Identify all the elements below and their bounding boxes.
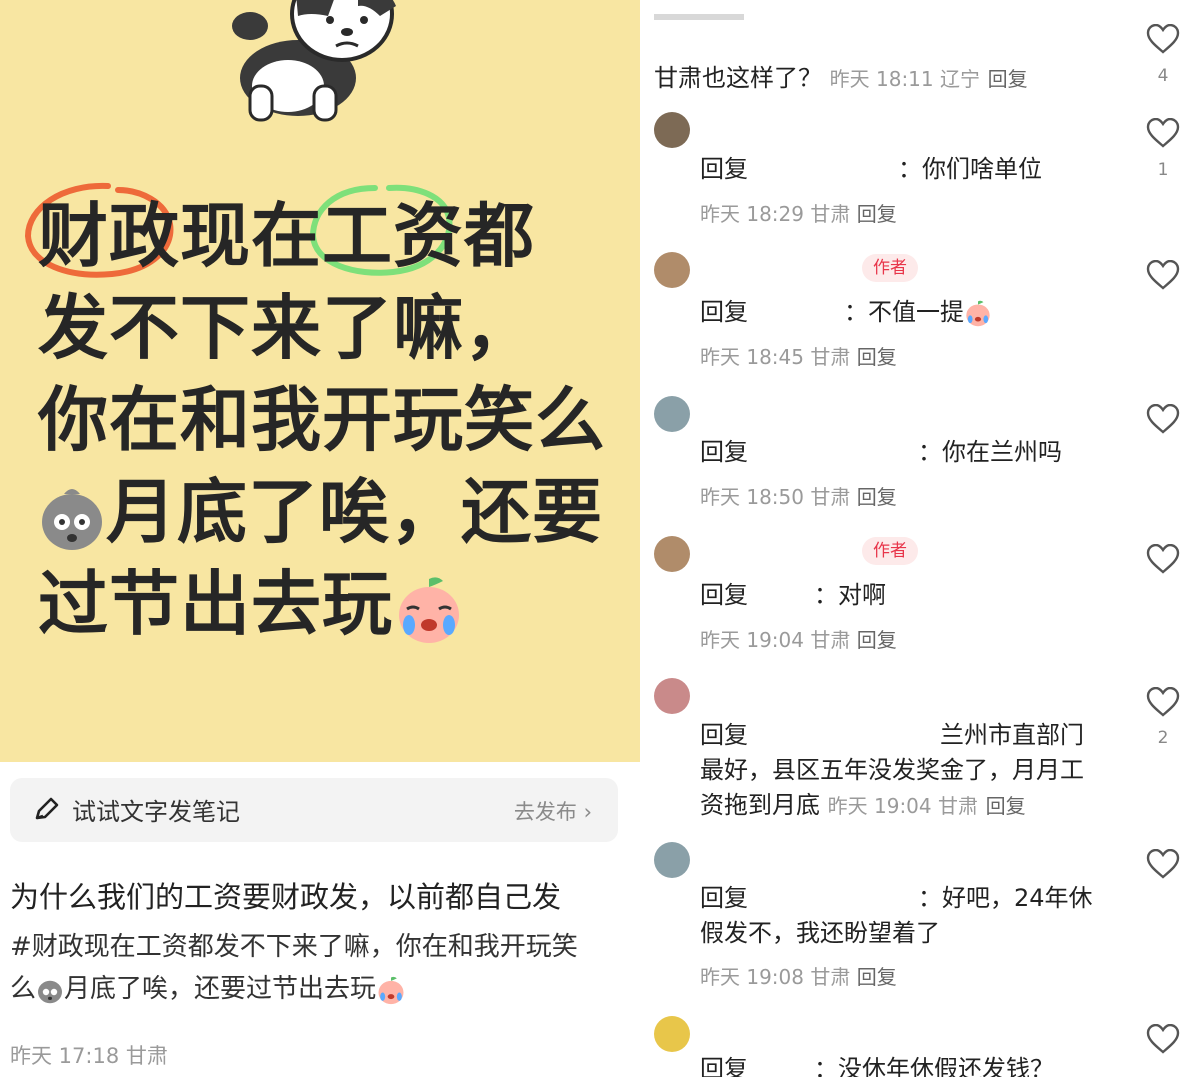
heart-icon[interactable] — [1146, 1024, 1180, 1054]
heart-icon[interactable] — [1146, 404, 1180, 434]
heart-icon[interactable] — [1146, 24, 1180, 54]
publish-link[interactable]: 去发布 › — [514, 796, 592, 826]
poster-line-4: 月底了唉，还要 — [38, 466, 628, 558]
post-meta: 昨天 17:18 甘肃 — [10, 1044, 168, 1068]
write-note-label: 试试文字发笔记 — [72, 798, 240, 826]
comment-meta: 昨天 18:45 甘肃 回复 — [700, 345, 897, 369]
comment-text[interactable]: 回复 ：对啊 — [700, 578, 1120, 613]
author-badge: 作者 — [862, 254, 918, 282]
post-title: 为什么我们的工资要财政发，以前都自己发 — [10, 880, 562, 914]
heart-icon[interactable] — [1146, 687, 1180, 717]
comment-text[interactable]: 回复 ：没休年休假还发钱？ — [700, 1052, 1120, 1077]
like-count: 2 — [1157, 728, 1169, 748]
poster-line: 财政现在工资都 — [38, 195, 535, 277]
like-count: 1 — [1157, 160, 1169, 180]
avatar[interactable] — [654, 112, 690, 148]
shocked-potato-emoji-icon — [42, 488, 102, 550]
chevron-right-icon: › — [583, 800, 592, 824]
comment-meta: 昨天 19:08 甘肃 回复 — [700, 965, 897, 989]
crying-peach-emoji-icon — [966, 300, 990, 327]
comment-text[interactable]: 回复 ：你在兰州吗 — [700, 435, 1120, 470]
comment-text[interactable]: 回复 ：不值一提 — [700, 295, 1120, 330]
comments-panel: 甘肃也这样了？ 昨天 18:11 辽宁 回复 4 回复 ：你们啥单位 昨天 18:… — [640, 0, 1200, 1077]
poster-text: 财政现在工资都 发不下来了嘛， 你在和我开玩笑么 月底了唉，还要 过节出去玩 — [38, 190, 628, 650]
crying-peach-emoji-icon — [378, 976, 404, 1004]
comment-meta: 昨天 18:50 甘肃 回复 — [700, 485, 897, 509]
comment-text[interactable]: 回复 ：你们啥单位 — [700, 152, 1120, 187]
reply-button[interactable]: 回复 — [857, 202, 897, 226]
heart-icon[interactable] — [1146, 260, 1180, 290]
comment-meta: 昨天 18:29 甘肃 回复 — [700, 202, 897, 226]
comment-text[interactable]: 甘肃也这样了？ 昨天 18:11 辽宁 回复 — [654, 58, 1028, 93]
poster-line: 发不下来了嘛， — [38, 287, 535, 369]
avatar[interactable] — [654, 536, 690, 572]
comment-text[interactable]: 回复 兰州市直部门 最好，县区五年没发奖金了，月月工 资拖到月底 昨天 19:04… — [700, 718, 1120, 824]
avatar[interactable] — [654, 842, 690, 878]
avatar[interactable] — [654, 396, 690, 432]
comment-text[interactable]: 回复 ：好吧，24年休 假发不，我还盼望着了 — [700, 881, 1120, 951]
avatar[interactable] — [654, 678, 690, 714]
post-image[interactable]: 财政现在工资都 发不下来了嘛， 你在和我开玩笑么 月底了唉，还要 过节出去玩 — [0, 0, 640, 762]
cartoon-dog-icon — [232, 0, 396, 122]
poster-line: 你在和我开玩笑么 — [38, 379, 606, 461]
reply-button[interactable]: 回复 — [857, 965, 897, 989]
comment-meta: 昨天 19:04 甘肃 回复 — [700, 628, 897, 652]
reply-button[interactable]: 回复 — [857, 345, 897, 369]
heart-icon[interactable] — [1146, 849, 1180, 879]
avatar[interactable] — [654, 252, 690, 288]
reply-button[interactable]: 回复 — [857, 628, 897, 652]
like-count: 4 — [1157, 66, 1169, 86]
poster-line-5: 过节出去玩 — [38, 558, 628, 650]
reply-button[interactable]: 回复 — [857, 485, 897, 509]
shocked-potato-emoji-icon — [38, 980, 63, 1003]
post-body: #财政现在工资都发不下来了嘛，你在和我开玩笑 么 月底了唉，还要过节出去玩 — [10, 932, 578, 1004]
cropped-username — [654, 14, 744, 20]
reply-button[interactable]: 回复 — [986, 794, 1026, 818]
crying-peach-emoji-icon — [399, 577, 459, 643]
reply-button[interactable]: 回复 — [988, 67, 1028, 91]
pencil-icon — [35, 797, 59, 820]
heart-icon[interactable] — [1146, 544, 1180, 574]
author-badge: 作者 — [862, 537, 918, 565]
post-hashtag-text[interactable]: #财政现在工资都发不下来了嘛，你在和我开玩笑 — [10, 932, 578, 962]
write-note-bar[interactable]: 试试文字发笔记 去发布 › — [10, 778, 618, 842]
post-panel: 财政现在工资都 发不下来了嘛， 你在和我开玩笑么 月底了唉，还要 过节出去玩 试… — [0, 0, 640, 1077]
heart-icon[interactable] — [1146, 118, 1180, 148]
avatar[interactable] — [654, 1016, 690, 1052]
